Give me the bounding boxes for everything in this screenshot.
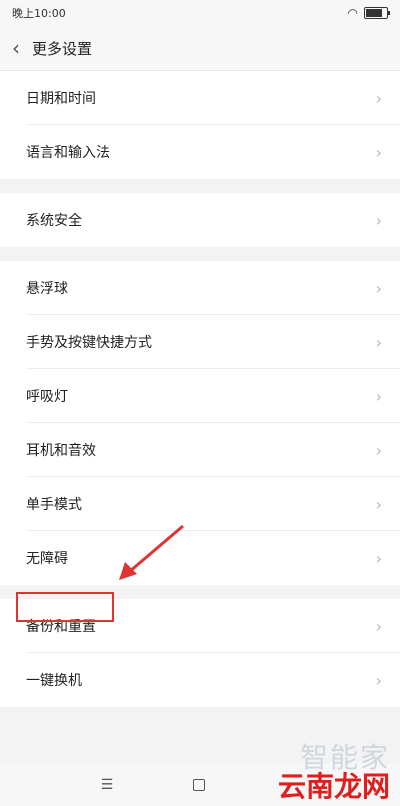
settings-item-label: 耳机和音效 <box>26 443 96 459</box>
settings-item-gesture-shortcuts[interactable]: 手势及按键快捷方式 › <box>0 315 400 369</box>
settings-item-breathing-light[interactable]: 呼吸灯 › <box>0 369 400 423</box>
settings-item-headphones-audio[interactable]: 耳机和音效 › <box>0 423 400 477</box>
settings-group-2: 系统安全 › <box>0 193 400 247</box>
settings-item-phone-migration[interactable]: 一键换机 › <box>0 653 400 707</box>
annotation-arrow <box>119 524 184 580</box>
status-time: 晚上10:00 <box>12 7 66 20</box>
settings-item-label: 呼吸灯 <box>26 389 68 405</box>
chevron-right-icon: › <box>375 494 382 514</box>
wifi-icon: ◠ <box>347 6 358 20</box>
settings-item-label: 单手模式 <box>26 497 82 513</box>
watermark-main: 云南龙网 <box>277 770 390 803</box>
chevron-right-icon: › <box>375 386 382 406</box>
settings-item-label: 无障碍 <box>26 551 68 567</box>
settings-item-date-time[interactable]: 日期和时间 › <box>0 71 400 125</box>
group-divider <box>0 179 400 193</box>
chevron-right-icon: › <box>375 670 382 690</box>
chevron-right-icon: › <box>375 616 382 636</box>
settings-item-one-hand-mode[interactable]: 单手模式 › <box>0 477 400 531</box>
settings-group-3: 悬浮球 › 手势及按键快捷方式 › 呼吸灯 › 耳机和音效 › 单手模式 › 无… <box>0 261 400 585</box>
highlight-box <box>16 592 114 622</box>
group-divider <box>0 247 400 261</box>
settings-item-label: 一键换机 <box>26 673 82 689</box>
chevron-right-icon: › <box>375 332 382 352</box>
battery-icon <box>364 7 390 19</box>
status-bar: 晚上10:00 ◠ <box>0 0 400 26</box>
settings-item-label: 系统安全 <box>26 213 82 229</box>
settings-item-label: 手势及按键快捷方式 <box>26 335 152 351</box>
settings-group-1: 日期和时间 › 语言和输入法 › <box>0 71 400 179</box>
status-icons: ◠ <box>347 6 390 20</box>
chevron-right-icon: › <box>375 278 382 298</box>
page-title: 更多设置 <box>32 39 93 58</box>
settings-item-language-input[interactable]: 语言和输入法 › <box>0 125 400 179</box>
watermark: 智能家 云南龙网 <box>278 744 390 802</box>
chevron-right-icon: › <box>375 88 382 108</box>
back-icon[interactable]: ‹ <box>12 36 20 60</box>
settings-item-system-security[interactable]: 系统安全 › <box>0 193 400 247</box>
settings-item-accessibility[interactable]: 无障碍 › <box>0 531 400 585</box>
chevron-right-icon: › <box>375 440 382 460</box>
settings-item-label: 悬浮球 <box>26 281 68 297</box>
settings-item-label: 日期和时间 <box>26 91 96 107</box>
home-icon[interactable] <box>193 779 206 791</box>
chevron-right-icon: › <box>375 210 382 230</box>
watermark-top: 智能家 <box>299 741 390 774</box>
menu-icon[interactable]: ☰ <box>101 777 114 793</box>
settings-item-floating-ball[interactable]: 悬浮球 › <box>0 261 400 315</box>
chevron-right-icon: › <box>375 548 382 568</box>
settings-item-label: 语言和输入法 <box>26 145 110 161</box>
chevron-right-icon: › <box>375 142 382 162</box>
title-bar: ‹ 更多设置 <box>0 26 400 71</box>
